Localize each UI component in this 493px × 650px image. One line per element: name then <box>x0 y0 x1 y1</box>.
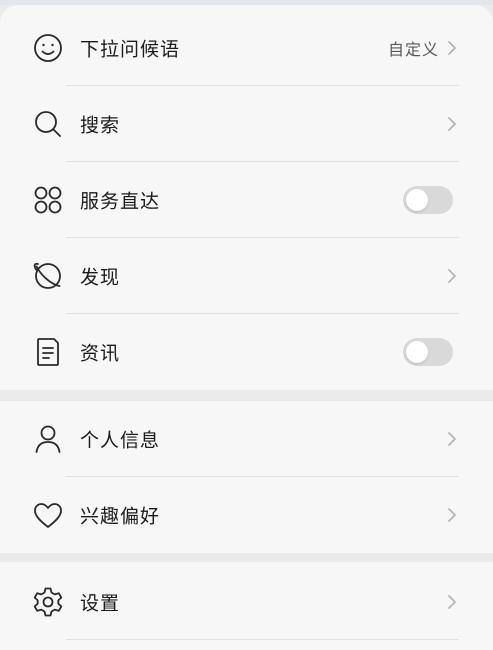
person-icon <box>30 421 66 457</box>
settings-group-system: 设置 <box>0 562 493 650</box>
row-discover[interactable]: 发现 <box>0 238 493 314</box>
chevron-right-icon <box>445 114 459 134</box>
row-label: 搜索 <box>80 114 121 137</box>
row-personal-info[interactable]: 个人信息 <box>0 401 493 477</box>
smiley-icon <box>30 30 66 66</box>
chevron-right-icon <box>445 38 459 58</box>
heart-icon <box>30 497 66 533</box>
chevron-right-icon <box>445 266 459 286</box>
row-label: 服务直达 <box>80 190 161 213</box>
settings-group-personal: 个人信息 兴趣偏好 <box>0 401 493 553</box>
search-icon <box>30 106 66 142</box>
planet-icon <box>30 258 66 294</box>
service-direct-toggle[interactable] <box>403 186 453 214</box>
row-value: 自定义 <box>387 40 439 59</box>
chevron-right-icon <box>445 592 459 612</box>
row-label: 发现 <box>80 266 121 289</box>
row-label: 个人信息 <box>80 429 161 452</box>
chevron-right-icon <box>445 505 459 525</box>
row-divider <box>66 639 459 640</box>
news-toggle[interactable] <box>403 338 453 366</box>
row-pull-down-greeting[interactable]: 下拉问候语 自定义 <box>0 10 493 86</box>
row-search[interactable]: 搜索 <box>0 86 493 162</box>
row-label: 设置 <box>80 592 121 615</box>
grid-dots-icon <box>30 182 66 218</box>
chevron-right-icon <box>445 429 459 449</box>
row-service-direct: 服务直达 <box>0 162 493 238</box>
row-settings[interactable]: 设置 <box>0 564 493 640</box>
row-news: 资讯 <box>0 314 493 390</box>
gear-icon <box>30 584 66 620</box>
toggle-knob <box>406 189 428 211</box>
row-label: 下拉问候语 <box>80 38 181 61</box>
document-icon <box>30 334 66 370</box>
row-label: 资讯 <box>80 342 121 365</box>
row-interest-preferences[interactable]: 兴趣偏好 <box>0 477 493 553</box>
toggle-knob <box>406 341 428 363</box>
settings-group-general: 下拉问候语 自定义 搜索 服务直达 发现 资讯 <box>0 5 493 390</box>
row-label: 兴趣偏好 <box>80 505 161 528</box>
